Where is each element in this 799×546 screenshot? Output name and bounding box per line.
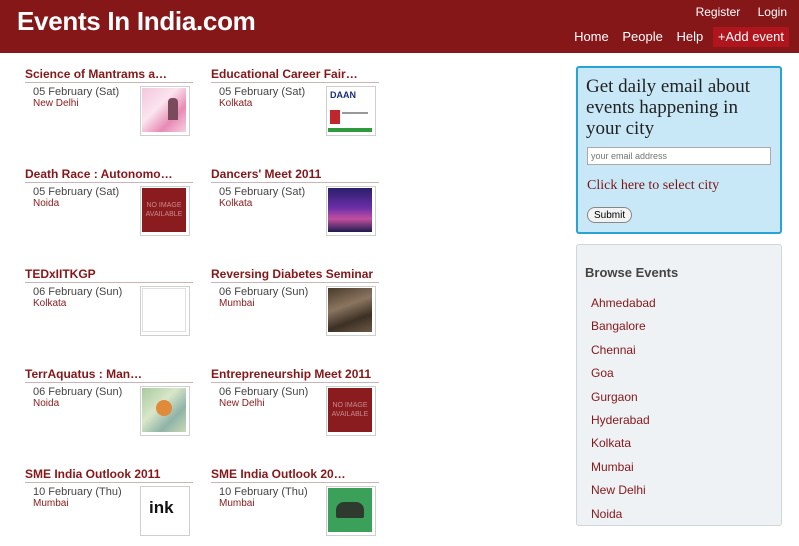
city-link[interactable]: Gurgaon xyxy=(591,389,656,412)
submit-button[interactable]: Submit xyxy=(587,207,633,223)
event-title[interactable]: TerrAquatus : Man… xyxy=(25,366,193,383)
event-date: 06 February (Sun) xyxy=(33,386,123,398)
nav-home[interactable]: Home xyxy=(574,27,609,47)
event-thumbnail[interactable] xyxy=(326,486,376,536)
site-logo[interactable]: Events In India.com xyxy=(17,4,256,38)
event-card: TerrAquatus : Man… 06 February (Sun) Noi… xyxy=(25,366,193,446)
event-card: Dancers' Meet 2011 05 February (Sat) Kol… xyxy=(211,166,379,246)
event-title[interactable]: SME India Outlook 20… xyxy=(211,466,379,483)
ink-logo-image: ink xyxy=(142,488,186,532)
city-link[interactable]: Chennai xyxy=(591,342,656,365)
event-card: TEDxIITKGP 06 February (Sun) Kolkata xyxy=(25,266,193,346)
city-link[interactable]: Noida xyxy=(591,506,656,529)
select-city-link[interactable]: Click here to select city xyxy=(587,178,719,194)
event-city[interactable]: Kolkata xyxy=(33,298,66,309)
event-date: 06 February (Sun) xyxy=(219,386,309,398)
event-city[interactable]: Mumbai xyxy=(33,498,69,509)
event-card: Reversing Diabetes Seminar 06 February (… xyxy=(211,266,379,346)
main-nav: Home People Help +Add event xyxy=(564,27,789,47)
event-city[interactable]: Mumbai xyxy=(219,298,255,309)
event-title[interactable]: TEDxIITKGP xyxy=(25,266,193,283)
event-date: 05 February (Sat) xyxy=(219,186,306,198)
city-link[interactable]: Mumbai xyxy=(591,459,656,482)
event-card: SME India Outlook 2011 10 February (Thu)… xyxy=(25,466,193,546)
site-header: Events In India.com Register Login Home … xyxy=(0,0,799,53)
event-city[interactable]: New Delhi xyxy=(219,398,265,409)
map-graphic-image xyxy=(142,388,186,432)
event-card: Entrepreneurship Meet 2011 06 February (… xyxy=(211,366,379,446)
event-thumbnail[interactable]: NO IMAGE AVAILABLE xyxy=(326,386,376,436)
browse-events-heading: Browse Events xyxy=(585,265,679,280)
dancers-poster-image xyxy=(328,188,372,232)
event-thumbnail[interactable]: ink xyxy=(140,486,190,536)
daily-email-signup: Get daily email about events happening i… xyxy=(576,66,782,234)
event-city[interactable]: Kolkata xyxy=(219,198,252,209)
event-city[interactable]: Kolkata xyxy=(219,98,252,109)
event-city[interactable]: Mumbai xyxy=(219,498,255,509)
nav-people[interactable]: People xyxy=(622,27,662,47)
daan-flyer-image: DAAN xyxy=(328,88,372,132)
city-link[interactable]: Hyderabad xyxy=(591,412,656,435)
city-link[interactable]: Kolkata xyxy=(591,435,656,458)
city-link[interactable]: Goa xyxy=(591,365,656,388)
event-title[interactable]: Educational Career Fair… xyxy=(211,66,379,83)
event-title[interactable]: Death Race : Autonomo… xyxy=(25,166,193,183)
email-input[interactable] xyxy=(587,147,771,165)
city-list: Ahmedabad Bangalore Chennai Goa Gurgaon … xyxy=(591,295,656,529)
event-city[interactable]: Noida xyxy=(33,198,59,209)
login-link[interactable]: Login xyxy=(758,5,787,19)
event-date: 10 February (Thu) xyxy=(219,486,308,498)
event-card: Death Race : Autonomo… 05 February (Sat)… xyxy=(25,166,193,246)
event-title[interactable]: Entrepreneurship Meet 2011 xyxy=(211,366,379,383)
event-card: Science of Mantrams a… 05 February (Sat)… xyxy=(25,66,193,146)
city-link[interactable]: Bangalore xyxy=(591,318,656,341)
event-thumbnail[interactable] xyxy=(140,386,190,436)
event-city[interactable]: Noida xyxy=(33,398,59,409)
event-thumbnail[interactable] xyxy=(326,186,376,236)
browse-events-panel: Browse Events Ahmedabad Bangalore Chenna… xyxy=(576,244,782,526)
event-date: 05 February (Sat) xyxy=(33,186,120,198)
event-date: 06 February (Sun) xyxy=(219,286,309,298)
event-date: 05 February (Sat) xyxy=(219,86,306,98)
event-date: 10 February (Thu) xyxy=(33,486,122,498)
account-links: Register Login xyxy=(682,5,787,19)
event-title[interactable]: Science of Mantrams a… xyxy=(25,66,193,83)
event-thumbnail[interactable] xyxy=(140,286,190,336)
event-thumbnail[interactable] xyxy=(140,86,190,136)
email-signup-heading: Get daily email about events happening i… xyxy=(586,76,751,139)
event-card: Educational Career Fair… 05 February (Sa… xyxy=(211,66,379,146)
city-link[interactable]: New Delhi xyxy=(591,482,656,505)
event-thumbnail[interactable]: DAAN xyxy=(326,86,376,136)
event-thumbnail[interactable]: NO IMAGE AVAILABLE xyxy=(140,186,190,236)
event-title[interactable]: Dancers' Meet 2011 xyxy=(211,166,379,183)
register-link[interactable]: Register xyxy=(696,5,741,19)
city-link[interactable]: Ahmedabad xyxy=(591,295,656,318)
event-thumbnail[interactable] xyxy=(326,286,376,336)
event-date: 06 February (Sun) xyxy=(33,286,123,298)
add-event-button[interactable]: +Add event xyxy=(712,27,789,47)
empty-image xyxy=(142,288,186,332)
event-card: SME India Outlook 20… 10 February (Thu) … xyxy=(211,466,379,546)
green-logo-image xyxy=(328,488,372,532)
event-title[interactable]: SME India Outlook 2011 xyxy=(25,466,193,483)
nav-help[interactable]: Help xyxy=(676,27,703,47)
event-city[interactable]: New Delhi xyxy=(33,98,79,109)
no-image-placeholder: NO IMAGE AVAILABLE xyxy=(328,388,372,432)
event-date: 05 February (Sat) xyxy=(33,86,120,98)
pink-flyer-image xyxy=(142,88,186,132)
event-title[interactable]: Reversing Diabetes Seminar xyxy=(211,266,379,283)
no-image-placeholder: NO IMAGE AVAILABLE xyxy=(142,188,186,232)
seminar-photo-image xyxy=(328,288,372,332)
